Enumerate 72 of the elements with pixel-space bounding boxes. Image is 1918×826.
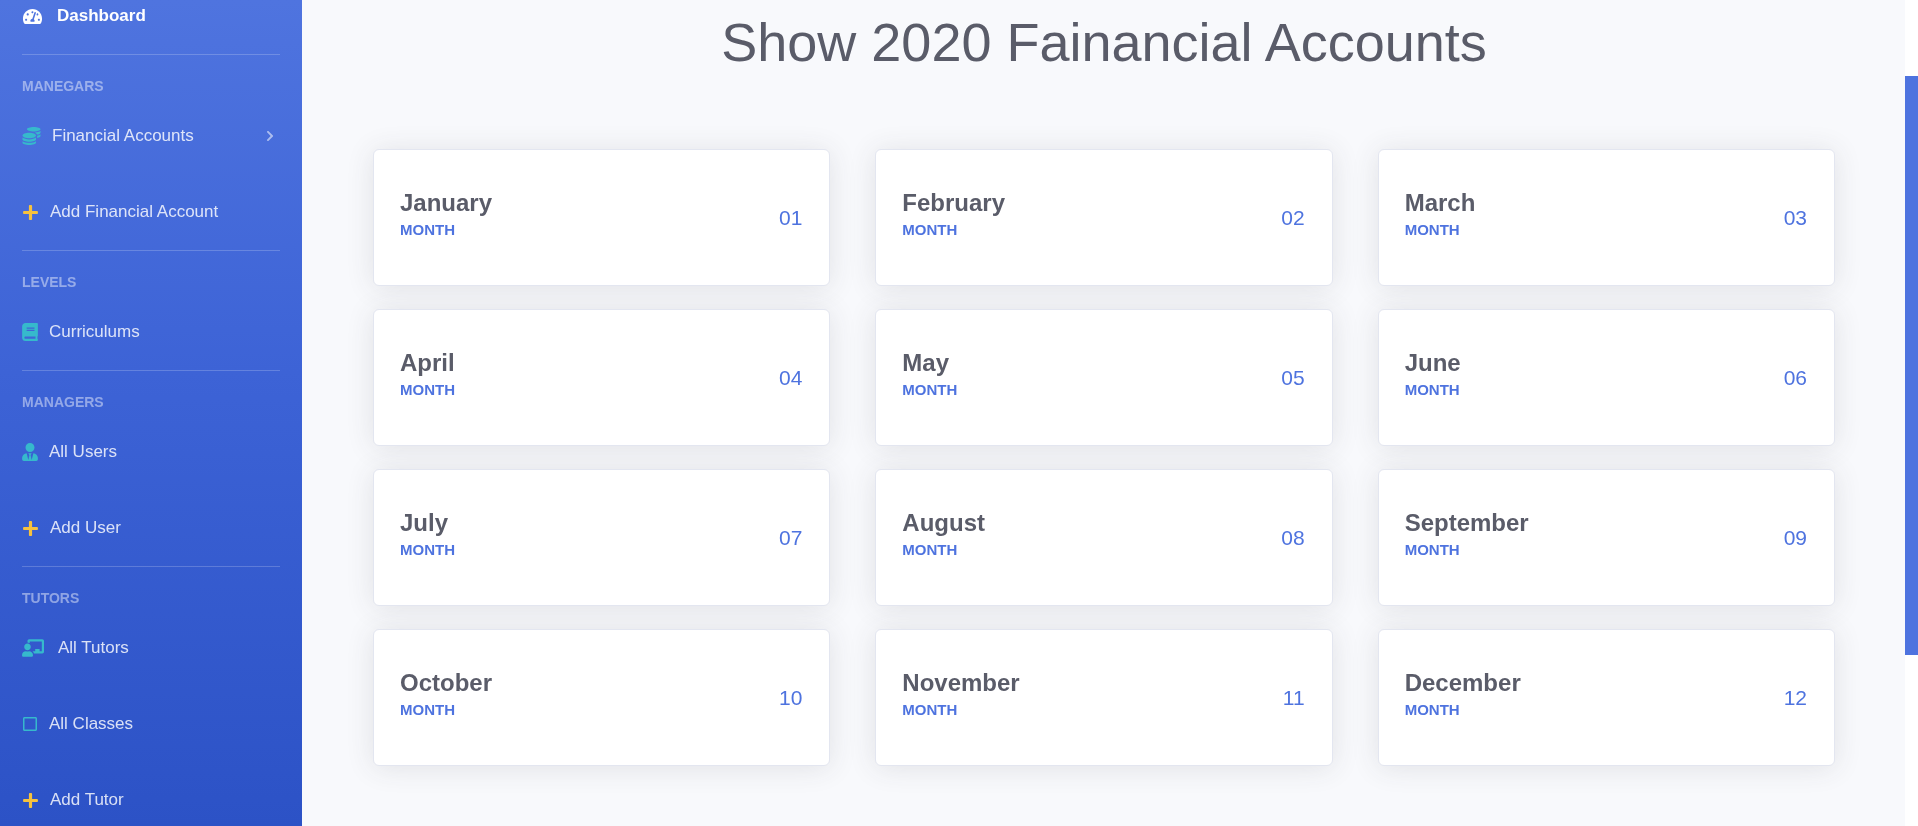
month-card[interactable]: November MONTH 11: [875, 629, 1333, 766]
plus-icon: [22, 519, 39, 537]
month-card[interactable]: October MONTH 10: [373, 629, 831, 766]
month-name: December: [1404, 669, 1521, 697]
month-number: 10: [778, 685, 803, 710]
month-name: November: [902, 669, 1020, 697]
month-card[interactable]: May MONTH 05: [875, 309, 1333, 446]
month-name: April: [400, 349, 455, 377]
sidebar-link[interactable]: Financial Accounts: [22, 125, 280, 147]
month-card[interactable]: December MONTH 12: [1377, 629, 1835, 766]
sidebar-link[interactable]: All Users: [22, 441, 280, 463]
month-label: MONTH: [1404, 221, 1460, 239]
month-number: 08: [1281, 525, 1305, 550]
user-icon: [22, 443, 38, 461]
month-label: MONTH: [1404, 701, 1460, 719]
month-number: 02: [1281, 205, 1305, 230]
month-label: MONTH: [400, 701, 455, 719]
month-name: September: [1404, 509, 1529, 537]
page-title: Show 2020 Fainancial Accounts: [721, 11, 1487, 74]
month-label: MONTH: [1404, 381, 1460, 399]
sidebar-link[interactable]: Curriculums: [22, 321, 280, 343]
sidebar-link[interactable]: All Classes: [22, 713, 280, 735]
month-label: MONTH: [400, 541, 455, 559]
month-name: March: [1404, 189, 1476, 217]
month-label: MONTH: [1404, 541, 1460, 559]
sidebar-link[interactable]: All Tutors: [22, 637, 280, 659]
sidebar-heading: TUTORS: [22, 591, 80, 605]
book-icon: [22, 323, 38, 341]
chevron-icon[interactable]: [265, 130, 275, 142]
month-card[interactable]: June MONTH 06: [1377, 309, 1835, 446]
month-name: February: [902, 189, 1006, 217]
month-name: October: [400, 669, 492, 697]
month-number: 04: [778, 365, 803, 390]
month-number: 12: [1783, 685, 1807, 710]
sidebar-link[interactable]: Add Tutor: [22, 789, 280, 811]
month-number: 06: [1783, 365, 1807, 390]
month-card[interactable]: September MONTH 09: [1377, 469, 1835, 606]
month-number: 09: [1783, 525, 1807, 550]
month-number: 03: [1783, 205, 1807, 230]
month-name: July: [400, 509, 449, 537]
month-label: MONTH: [902, 221, 958, 239]
month-name: June: [1404, 349, 1461, 377]
sidebar-heading: MANAGERS: [22, 395, 104, 409]
scrollbar-thumb[interactable]: [1905, 76, 1918, 655]
month-label: MONTH: [400, 221, 455, 239]
month-name: August: [902, 509, 985, 537]
month-card[interactable]: July MONTH 07: [373, 469, 831, 606]
month-card[interactable]: February MONTH 02: [875, 149, 1333, 286]
month-label: MONTH: [902, 701, 958, 719]
month-name: January: [400, 189, 493, 217]
month-label: MONTH: [902, 381, 958, 399]
coins-icon: [22, 127, 41, 145]
teacher-board-icon: [22, 639, 44, 657]
sidebar-link[interactable]: Add Financial Account: [22, 201, 280, 223]
gauge-icon: [22, 7, 43, 25]
month-card[interactable]: August MONTH 08: [875, 469, 1333, 606]
month-card[interactable]: April MONTH 04: [373, 309, 831, 446]
sidebar-heading: LEVELS: [22, 275, 77, 289]
month-label: MONTH: [902, 541, 958, 559]
plus-icon: [22, 203, 39, 221]
month-card[interactable]: March MONTH 03: [1377, 149, 1835, 286]
plus-icon: [22, 791, 39, 809]
month-number: 07: [778, 525, 803, 550]
month-name: May: [902, 349, 949, 377]
sidebar-heading: MANEGARS: [22, 79, 104, 93]
month-card[interactable]: January MONTH 01: [373, 149, 831, 286]
month-number: 11: [1282, 685, 1305, 710]
month-number: 05: [1281, 365, 1305, 390]
month-label: MONTH: [400, 381, 455, 399]
sidebar-link[interactable]: Add User: [22, 517, 280, 539]
month-number: 01: [778, 205, 803, 230]
sidebar-link[interactable]: Dashboard: [22, 5, 280, 27]
